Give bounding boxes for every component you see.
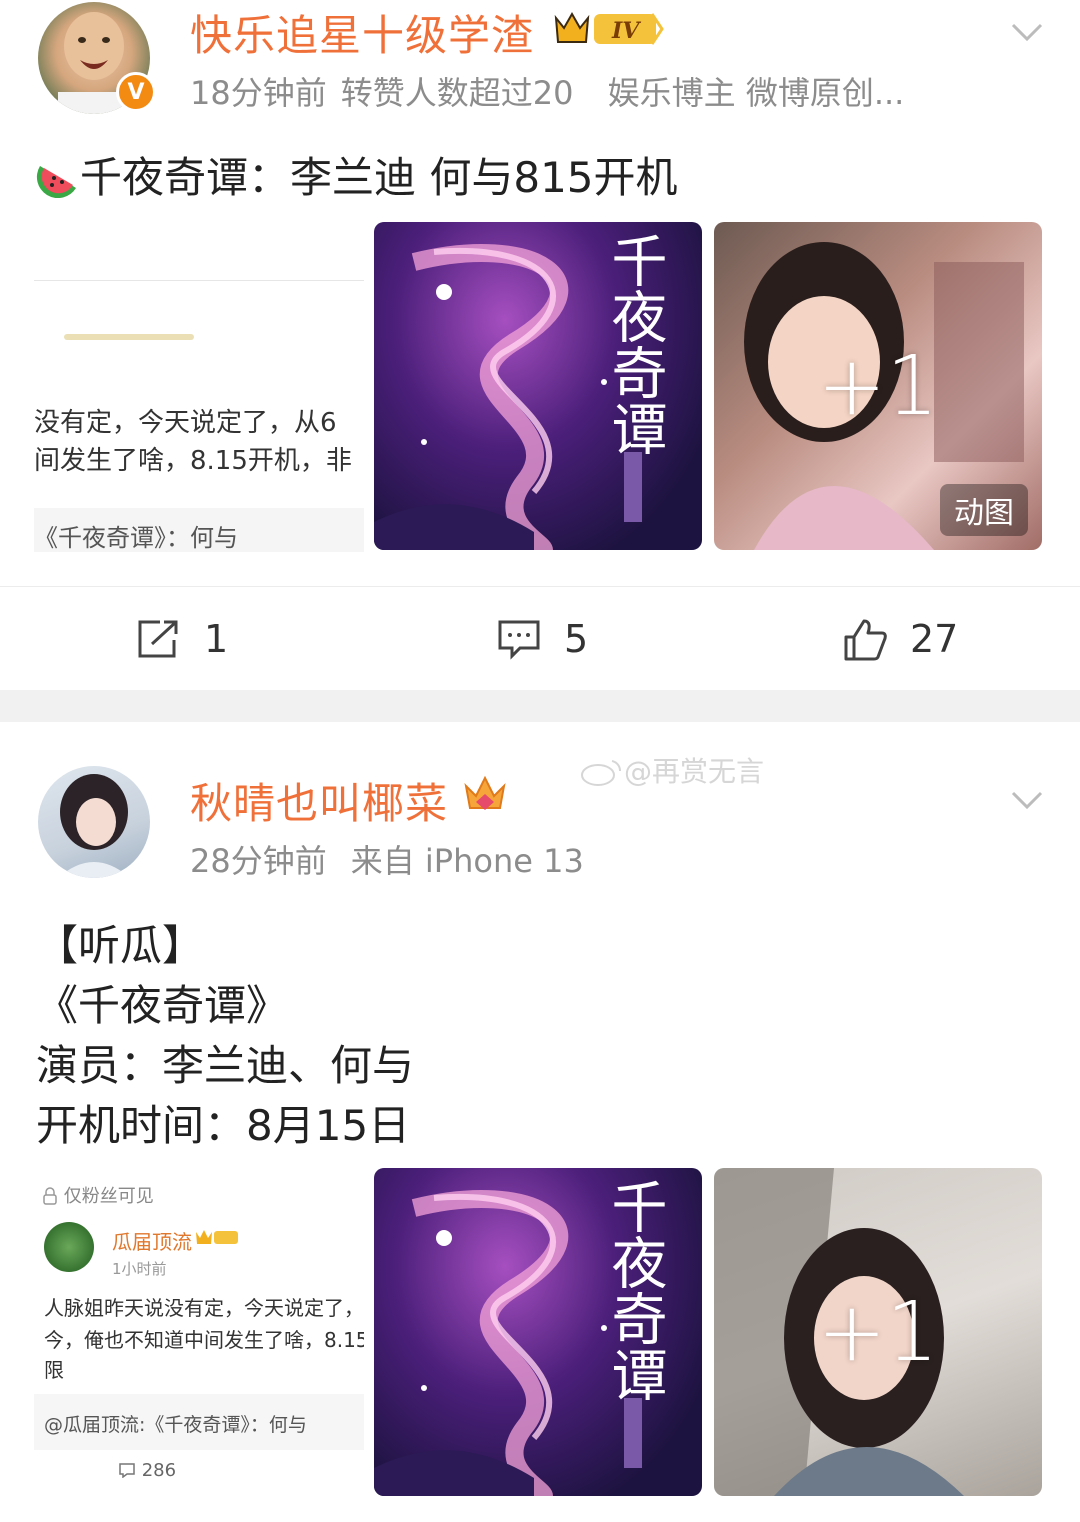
avatar-girl-image (58, 774, 130, 878)
post-source: 来自 iPhone 13 (350, 842, 584, 880)
post-text-line: 开机时间：8月15日 (36, 1101, 411, 1150)
post-separator (0, 690, 1080, 722)
post-text-line: 演员：李兰迪、何与 (36, 1041, 415, 1090)
quote-link: @瓜届顶流:《千夜奇谭》：何与 (44, 1414, 307, 1436)
post-time: 28分钟前 (190, 842, 327, 880)
comment-button[interactable]: 5 (496, 617, 588, 661)
quote-line: 今，俺也不知道中间发生了啥，8.15 (44, 1328, 364, 1352)
post-card: V 快乐追星十级学渣 IV 18分钟前 转赞人数超过20 娱乐博主 微博原创...… (0, 0, 1080, 690)
post-text-line: 【听瓜】 (36, 921, 205, 970)
verified-badge-icon: V (116, 72, 156, 112)
quote-line: 间发生了啥，8.15开机，非 (34, 446, 352, 476)
image-thumbnail-poster[interactable]: 千夜奇谭 (374, 222, 702, 550)
quote-line: 人脉姐昨天说没有定，今天说定了， (44, 1296, 364, 1320)
post-time: 18分钟前 (190, 74, 327, 112)
username[interactable]: 快乐追星十级学渣 (190, 2, 534, 63)
image-thumbnail-poster[interactable]: 千夜奇谭 (374, 1168, 702, 1496)
repost-stat: 转赞人数超过20 (340, 74, 574, 112)
like-button[interactable]: 27 (842, 617, 958, 661)
poster-title: 千夜奇谭 (602, 1178, 667, 1402)
username[interactable]: 秋晴也叫椰菜 (190, 770, 448, 831)
watermelon-icon (36, 166, 76, 199)
post-text: 千夜奇谭：李兰迪 何与815开机 (36, 144, 678, 205)
comment-icon (119, 1463, 135, 1479)
crown-badge-icon (464, 775, 506, 810)
lock-icon (43, 1187, 57, 1205)
more-images-count: +1 (817, 1284, 939, 1380)
post-text-body: 千夜奇谭：李兰迪 何与815开机 (80, 153, 678, 202)
like-count: 27 (910, 617, 959, 661)
user-tag: 娱乐博主 微博原创... (607, 74, 905, 112)
comment-count: 5 (564, 617, 589, 661)
image-thumbnail-photo[interactable]: +1 (714, 1168, 1042, 1496)
quote-username: 瓜届顶流 (112, 1230, 192, 1254)
quote-time: 1小时前 (112, 1260, 167, 1278)
post-meta: 18分钟前 转赞人数超过20 娱乐博主 微博原创... (190, 68, 918, 114)
image-thumbnail-screenshot[interactable]: 仅粉丝可见 瓜届顶流 1小时前 人脉姐昨天说没有定，今天说定了， 今，俺也不知道… (34, 1168, 364, 1498)
chevron-down-icon[interactable] (1010, 14, 1044, 48)
quote-line: 限 (44, 1358, 64, 1382)
visibility-label: 仅粉丝可见 (42, 1182, 154, 1208)
quote-link: 《千夜奇谭》：何与 (34, 524, 238, 552)
thumbs-up-icon (844, 619, 887, 661)
poster-title: 千夜奇谭 (602, 232, 667, 456)
post-meta: 28分钟前 来自 iPhone 13 (190, 836, 598, 882)
user-avatar[interactable] (38, 766, 150, 878)
action-bar: 1 5 27 (0, 586, 1080, 686)
repost-count: 1 (204, 617, 229, 661)
image-thumbnail-photo[interactable]: +1 动图 (714, 222, 1042, 550)
quote-line: 没有定，今天说定了，从6 (34, 408, 337, 438)
image-thumbnail-screenshot[interactable]: 没有定，今天说定了，从6 间发生了啥，8.15开机，非 《千夜奇谭》：何与 (34, 222, 364, 552)
gif-badge: 动图 (940, 484, 1028, 536)
svg-text:IV: IV (611, 18, 641, 44)
vip-level-badge-icon: IV (552, 8, 664, 48)
repost-button[interactable]: 1 (136, 617, 228, 661)
post-card: 秋晴也叫椰菜 @再赏无言 28分钟前 来自 iPhone 13 【听瓜】 《千夜奇… (0, 722, 1080, 1522)
post-text-line: 《千夜奇谭》 (36, 981, 289, 1030)
quote-avatar (44, 1222, 94, 1272)
comment-icon (498, 620, 540, 660)
vip-badge-icon (196, 1230, 238, 1244)
weibo-watermark: @再赏无言 (580, 750, 764, 790)
quote-comments: 286 (118, 1460, 176, 1481)
share-icon (138, 620, 178, 658)
chevron-down-icon[interactable] (1010, 782, 1044, 816)
weibo-logo-icon (581, 760, 622, 786)
